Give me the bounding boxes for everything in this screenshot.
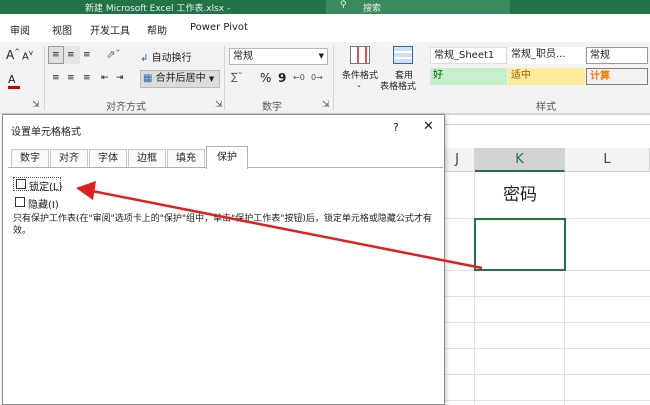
annotation-arrow xyxy=(76,181,483,270)
arrow-head xyxy=(76,181,96,200)
tab-protection[interactable]: 保护 xyxy=(206,146,248,169)
arrow-shaft xyxy=(91,189,483,270)
